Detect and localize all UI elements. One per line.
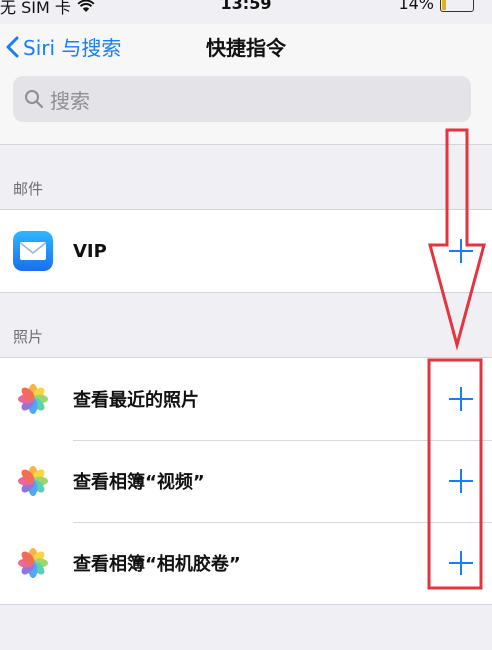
status-bar: 无 SIM 卡 13:59 14% [0,0,492,17]
photos-icon [13,461,53,501]
row-label: 查看相簿“相机胶卷” [73,554,241,575]
page-title: 快捷指令 [206,36,286,60]
photos-icon [13,379,53,419]
row-label: VIP [73,240,107,262]
search-input[interactable]: 搜索 [13,76,471,122]
search-icon [25,90,44,109]
list-item-album-camera-roll[interactable]: 查看相簿“相机胶卷” [0,522,492,604]
add-shortcut-button[interactable] [447,237,475,265]
row-label: 查看相簿“视频” [73,472,205,493]
search-placeholder: 搜索 [50,88,90,113]
search-container: 搜索 [0,68,492,145]
mail-group: VIP [0,209,492,293]
photos-icon [13,543,53,583]
row-label: 查看最近的照片 [73,390,199,411]
status-right: 14% [398,0,474,13]
mail-icon [13,231,53,271]
battery-icon [440,0,474,12]
list-item-vip[interactable]: VIP [0,210,492,292]
section-header-photos: 照片 [13,328,44,346]
list-item-album-videos[interactable]: 查看相簿“视频” [0,440,492,522]
list-item-recent-photos[interactable]: 查看最近的照片 [0,358,492,440]
photos-group: 查看最近的照片 查看相簿“视频” 查看相簿“相机胶卷” [0,357,492,605]
add-shortcut-button[interactable] [447,467,475,495]
section-header-mail: 邮件 [13,180,44,198]
add-shortcut-button[interactable] [447,549,475,577]
battery-fill [442,0,446,10]
add-shortcut-button[interactable] [447,385,475,413]
battery-percent: 14% [398,0,434,13]
navigation-bar: Siri 与搜索 快捷指令 [0,24,492,68]
